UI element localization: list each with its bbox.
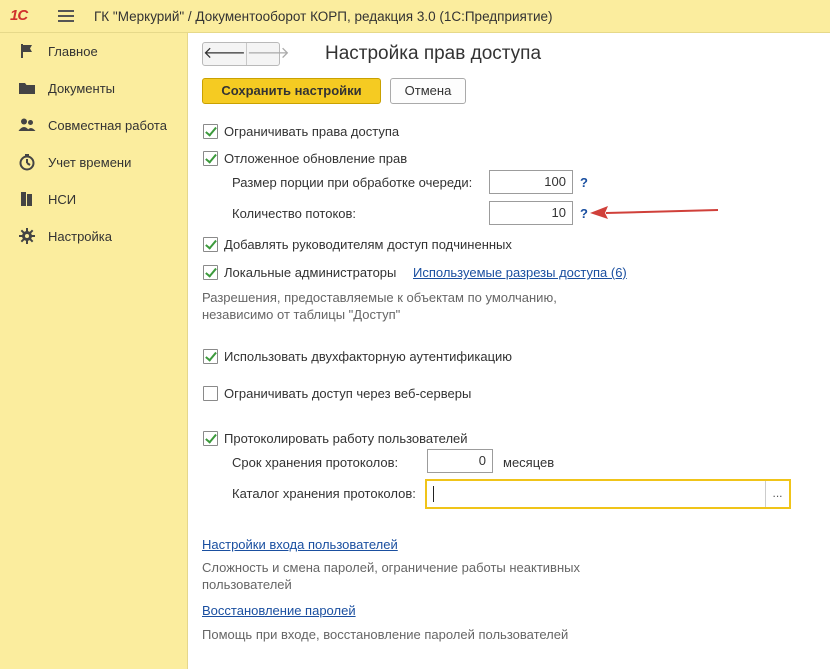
- logging-checkbox[interactable]: [203, 431, 218, 446]
- sidebar-item-main[interactable]: Главное: [0, 37, 188, 67]
- access-dimensions-link[interactable]: Используемые разрезы доступа (6): [413, 265, 627, 280]
- app-logo[interactable]: 1С: [10, 7, 28, 24]
- menu-icon[interactable]: [58, 10, 74, 22]
- login-settings-hint: Сложность и смена паролей, ограничение р…: [202, 560, 580, 592]
- sidebar-item-documents[interactable]: Документы: [0, 74, 188, 104]
- batch-size-input[interactable]: 100: [489, 170, 573, 194]
- sidebar-item-label: Настройка: [48, 229, 112, 244]
- retention-unit: месяцев: [503, 455, 555, 470]
- timer-icon: [19, 154, 35, 171]
- batch-size-help-icon[interactable]: ?: [580, 175, 588, 190]
- sidebar-item-label: Документы: [48, 81, 116, 96]
- browse-button[interactable]: ...: [765, 481, 789, 507]
- web-servers-checkbox[interactable]: [203, 386, 218, 401]
- local-admins-label: Локальные администраторы: [224, 265, 397, 280]
- managers-access-label: Добавлять руководителям доступ подчиненн…: [224, 237, 512, 252]
- people-icon: [18, 118, 36, 131]
- books-icon: [21, 192, 32, 206]
- restrict-access-label: Ограничивать права доступа: [224, 124, 400, 139]
- save-settings-button[interactable]: Сохранить настройки: [202, 78, 381, 104]
- folder-icon: [19, 83, 35, 94]
- password-recovery-hint: Помощь при входе, восстановление паролей…: [202, 627, 569, 642]
- retention-input[interactable]: 0: [427, 449, 493, 473]
- login-settings-link[interactable]: Настройки входа пользователей: [202, 537, 398, 552]
- sidebar-item-time-tracking[interactable]: Учет времени: [0, 148, 188, 178]
- deferred-update-checkbox[interactable]: [203, 151, 218, 166]
- threads-help-icon[interactable]: ?: [580, 206, 588, 221]
- sidebar-item-label: Совместная работа: [48, 118, 167, 133]
- local-admins-hint: Разрешения, предоставляемые к объектам п…: [202, 290, 557, 322]
- log-dir-label: Каталог хранения протоколов:: [232, 486, 416, 501]
- retention-label: Срок хранения протоколов:: [232, 455, 399, 470]
- flag-icon: [21, 44, 32, 58]
- two-factor-label: Использовать двухфакторную аутентификаци…: [224, 349, 513, 364]
- deferred-update-label: Отложенное обновление прав: [224, 151, 408, 166]
- arrow-left-icon: 🡐: [203, 45, 246, 62]
- arrow-right-icon: 🡒: [246, 45, 290, 62]
- sidebar-item-settings[interactable]: Настройка: [0, 222, 188, 252]
- cancel-button[interactable]: Отмена: [390, 78, 466, 104]
- sidebar-item-collaboration[interactable]: Совместная работа: [0, 111, 188, 141]
- annotation-arrow-icon: [590, 206, 719, 219]
- threads-input[interactable]: 10: [489, 201, 573, 225]
- local-admins-checkbox[interactable]: [203, 265, 218, 280]
- managers-access-checkbox[interactable]: [203, 237, 218, 252]
- history-nav: 🡐 🡒: [202, 42, 290, 66]
- web-servers-label: Ограничивать доступ через веб-серверы: [224, 386, 472, 401]
- restrict-access-checkbox[interactable]: [203, 124, 218, 139]
- gear-icon: [19, 228, 35, 244]
- main-panel: 🡐 🡒 Настройка прав доступа Сохранить нас…: [188, 33, 830, 669]
- title-bar: 1С ГК "Меркурий" / Документооборот КОРП,…: [0, 0, 830, 33]
- back-button[interactable]: 🡐: [203, 43, 247, 65]
- sidebar-item-label: НСИ: [48, 192, 77, 207]
- sidebar-item-reference[interactable]: НСИ: [0, 185, 188, 215]
- logging-label: Протоколировать работу пользователей: [224, 431, 468, 446]
- batch-size-label: Размер порции при обработке очереди:: [232, 175, 473, 190]
- password-recovery-link[interactable]: Восстановление паролей: [202, 603, 356, 618]
- window-title: ГК "Меркурий" / Документооборот КОРП, ре…: [94, 9, 553, 24]
- forward-button[interactable]: 🡒: [247, 43, 290, 65]
- text-caret: [433, 486, 434, 502]
- sidebar-item-label: Учет времени: [48, 155, 132, 170]
- sidebar-item-label: Главное: [48, 44, 98, 59]
- threads-label: Количество потоков:: [232, 206, 357, 221]
- page-title: Настройка прав доступа: [325, 43, 542, 64]
- sidebar: Главное Документы Совместная работа Учет…: [0, 33, 188, 669]
- two-factor-checkbox[interactable]: [203, 349, 218, 364]
- log-dir-input[interactable]: ...: [425, 479, 791, 509]
